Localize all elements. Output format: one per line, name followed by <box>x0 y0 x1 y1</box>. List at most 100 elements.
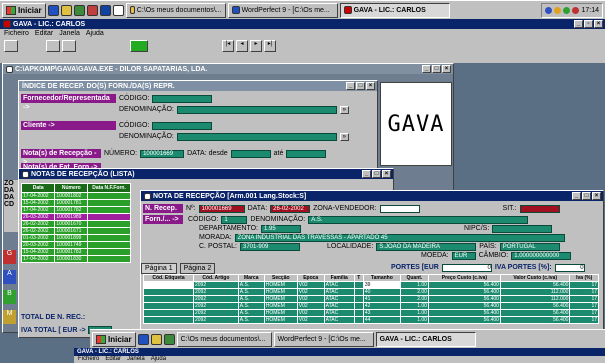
chart-icon[interactable] <box>62 40 76 52</box>
table-row[interactable]: 17-04-2002 100001782 <box>20 206 131 214</box>
date-to-input[interactable] <box>286 149 327 158</box>
word-icon[interactable] <box>99 4 111 16</box>
outlook-icon[interactable] <box>150 333 162 345</box>
table-row[interactable]: 26-02-2002 100001671 <box>20 227 131 235</box>
minimize-icon[interactable]: _ <box>572 192 581 200</box>
n-value[interactable]: 100001669 <box>198 204 245 213</box>
date-from-input[interactable] <box>230 149 271 158</box>
tray-icon[interactable] <box>572 6 580 14</box>
data-value[interactable]: 26-02-2002 <box>270 204 311 213</box>
close-icon[interactable]: × <box>382 170 391 178</box>
ie-icon[interactable] <box>47 4 59 16</box>
menu-janela[interactable]: Janela <box>127 356 145 362</box>
prev-record-icon[interactable]: ◂ <box>236 40 248 52</box>
table-row[interactable]: 2092 A.S. HOMEM V02 ATAC 42 1.00 56.400 56.400 17 <box>143 302 599 310</box>
ie-icon[interactable] <box>137 333 149 345</box>
close-icon[interactable]: × <box>442 65 451 73</box>
moeda-value[interactable]: EUR <box>451 251 476 260</box>
side-button-b[interactable]: B <box>3 290 16 304</box>
minimize-icon[interactable]: _ <box>346 82 355 90</box>
table-row[interactable]: 2092 A.S. HOMEM V02 ATAC 41 2.00 56.400 112.000 1… <box>143 295 599 303</box>
task-gava[interactable]: GAVA - LIC.: CARLOS <box>339 2 450 18</box>
col-numero[interactable]: Número <box>54 183 89 193</box>
numero-input[interactable]: 100001669 <box>140 149 185 158</box>
table-row[interactable]: 17-04-2002 100001802 <box>20 192 131 200</box>
side-button-a[interactable]: A <box>3 270 16 284</box>
table-row[interactable]: 2092 A.S. HOMEM V02 ATAC 44 1.00 56.400 56.400 17 <box>143 316 599 324</box>
outlook-icon[interactable] <box>60 4 72 16</box>
open-icon[interactable] <box>4 40 18 52</box>
table-row[interactable]: 2092 A.S. HOMEM V02 ATAC 39 1.00 56.400 56.400 17 <box>143 281 599 289</box>
col-familia[interactable]: Família <box>323 274 355 282</box>
zona-input[interactable] <box>379 204 420 213</box>
menu-janela[interactable]: Janela <box>59 30 80 37</box>
col-cod-artigo[interactable]: Cód. Artigo <box>193 274 239 282</box>
lookup-button[interactable]: » <box>339 105 349 114</box>
menu-ficheiro[interactable]: Ficheiro <box>78 356 99 362</box>
close-icon[interactable]: × <box>594 20 603 28</box>
maximize-icon[interactable]: □ <box>356 82 365 90</box>
start-button[interactable]: Iniciar <box>2 2 46 18</box>
desktop-icon[interactable] <box>163 333 175 345</box>
notepad-icon[interactable] <box>112 4 124 16</box>
table-row[interactable]: 01-03-2002 100001899 <box>20 234 131 242</box>
restore-icon[interactable]: ▫ <box>584 20 593 28</box>
first-record-icon[interactable]: |◂ <box>222 40 234 52</box>
pais-value[interactable]: PORTUGAL <box>499 242 560 251</box>
client-code-input[interactable] <box>152 121 213 130</box>
sit-field[interactable] <box>519 204 560 213</box>
col-marca[interactable]: Marca <box>237 274 265 282</box>
report-icon[interactable] <box>46 40 60 52</box>
table-row[interactable]: 20-03-2002 100001749 <box>20 241 131 249</box>
side-button-m[interactable]: M <box>3 310 16 324</box>
supplier-name-input[interactable] <box>176 105 337 114</box>
col-iva[interactable]: Iva (%) <box>569 274 599 282</box>
col-preco-custo[interactable]: Preço Custo (c.iva) <box>427 274 501 282</box>
close-icon[interactable]: × <box>366 82 375 90</box>
portes-value[interactable]: 0 <box>441 263 492 272</box>
col-tamanho[interactable]: Tamanho <box>362 274 401 282</box>
menu-ficheiro[interactable]: Ficheiro <box>4 30 29 37</box>
network-icon[interactable] <box>545 6 553 14</box>
col-data[interactable]: Data <box>20 183 56 193</box>
denom-value[interactable]: A.S. <box>308 215 529 224</box>
task-wordperfect[interactable]: WordPerfect 9 - [C:\Os me... <box>273 331 374 347</box>
table-row[interactable]: 15-04-2002 100001783 <box>20 248 131 256</box>
col-data-nf[interactable]: Data N.F.Forn. <box>87 183 131 193</box>
table-row[interactable]: 26-03-2002 100001989 <box>20 213 131 221</box>
iva-portes-value[interactable]: 0 <box>554 263 585 272</box>
col-seccao[interactable]: Secção <box>263 274 298 282</box>
maximize-icon[interactable]: □ <box>582 192 591 200</box>
menu-ajuda[interactable]: Ajuda <box>86 30 104 37</box>
depto-value[interactable]: 1.95 <box>261 224 301 233</box>
localidade-value[interactable]: S.JOÃO DA MADEIRA <box>376 242 477 251</box>
task-documents[interactable]: C:\Os meus documentos\... <box>176 331 272 347</box>
next-record-icon[interactable]: ▸ <box>250 40 262 52</box>
table-row[interactable]: 17-04-2002 100001830 <box>20 255 131 263</box>
col-cod-etiqueta[interactable]: Cód. Etiqueta <box>143 274 194 282</box>
table-row[interactable]: 2092 A.S. HOMEM V02 ATAC 40 2.00 56.400 112.000 1… <box>143 288 599 296</box>
tab-pagina-1[interactable]: Página 1 <box>141 263 177 274</box>
desktop-icon[interactable] <box>73 4 85 16</box>
close-icon[interactable]: × <box>592 192 601 200</box>
task-wordperfect[interactable]: WordPerfect 9 - [C:\Os me... <box>227 2 338 18</box>
client-name-input[interactable] <box>176 132 337 141</box>
task-documents[interactable]: C:\Os meus documentos\... <box>125 2 226 18</box>
morada-value[interactable]: ZONA INDUSTRIAL DAS TRAVESSAS - APARTADO… <box>234 233 565 242</box>
cpostal-value[interactable]: 3701-909 <box>240 242 300 251</box>
minimize-icon[interactable]: _ <box>422 65 431 73</box>
supplier-code-input[interactable] <box>152 94 213 103</box>
cambio-value[interactable]: 1.000000000000 <box>511 251 572 260</box>
tab-pagina-2[interactable]: Página 2 <box>179 263 216 274</box>
task-gava[interactable]: GAVA - LIC.: CARLOS <box>375 331 476 347</box>
antivirus-icon[interactable] <box>563 6 571 14</box>
menu-editar[interactable]: Editar <box>35 30 53 37</box>
table-row[interactable]: 26-02-2002 100001670 <box>20 220 131 228</box>
lookup-button[interactable]: » <box>339 132 349 141</box>
side-button-g[interactable]: G <box>3 250 16 264</box>
start-button[interactable]: Iniciar <box>92 331 136 347</box>
channel-icon[interactable] <box>86 4 98 16</box>
table-row[interactable]: 15-04-2002 100001781 <box>20 199 131 207</box>
calculator-icon[interactable] <box>130 40 148 52</box>
minimize-icon[interactable]: _ <box>362 170 371 178</box>
